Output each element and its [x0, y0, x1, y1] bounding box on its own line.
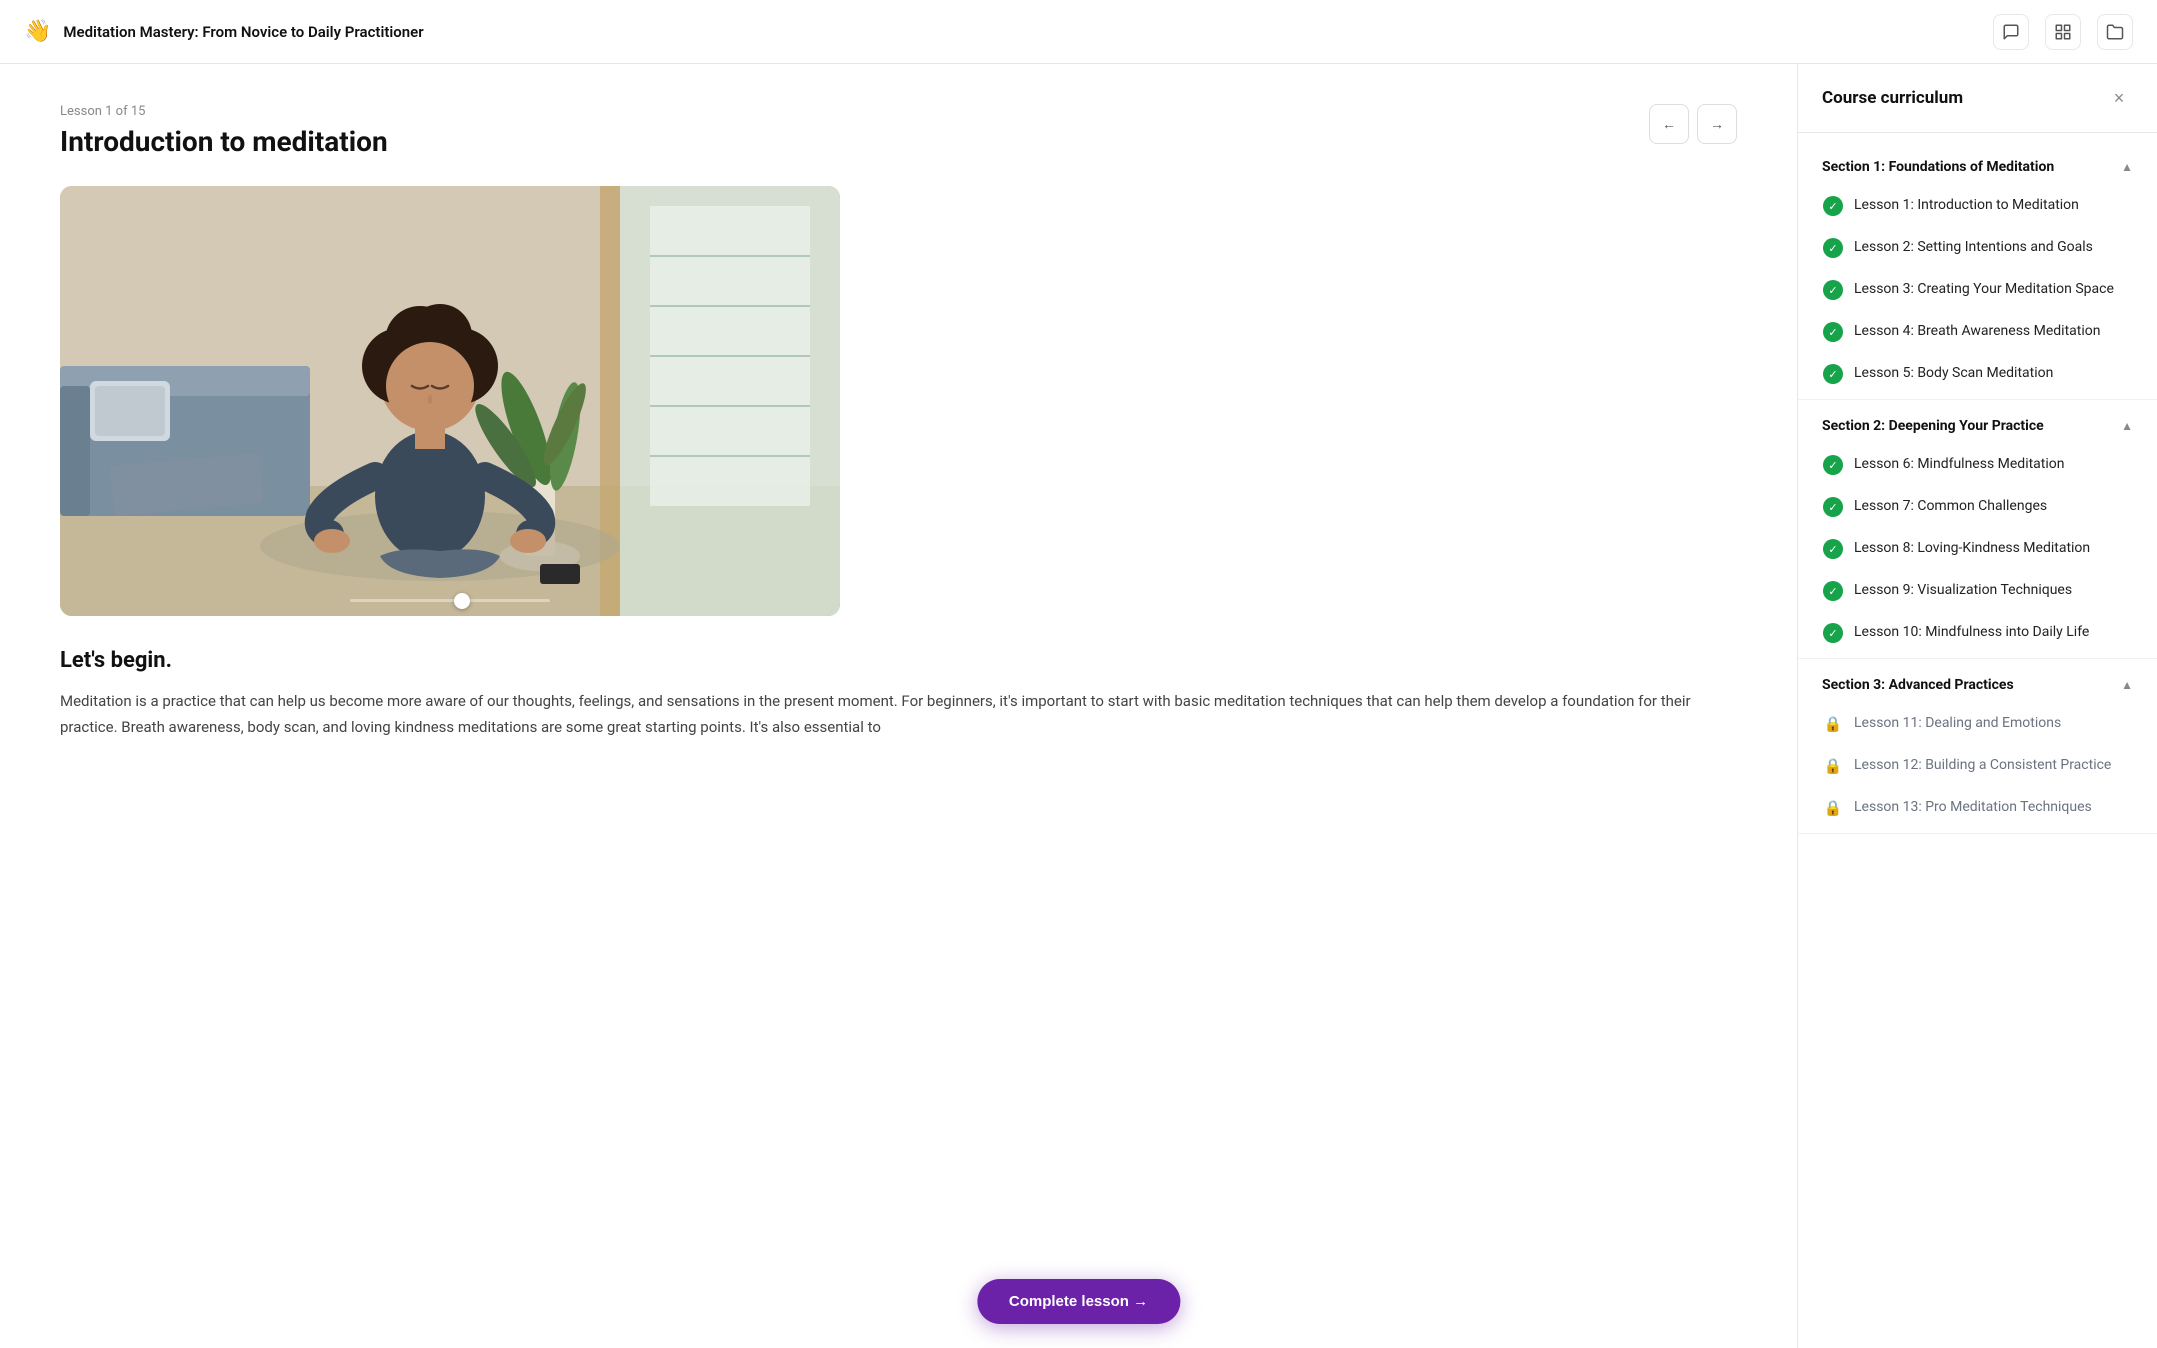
lesson-label-l4: Lesson 4: Breath Awareness Meditation	[1854, 322, 2100, 342]
lesson-image	[60, 186, 840, 616]
lesson-label-l6: Lesson 6: Mindfulness Meditation	[1854, 455, 2065, 475]
checkmark-icon: ✓	[1823, 455, 1843, 475]
header-actions	[1993, 14, 2133, 50]
lesson-item-l4[interactable]: ✓ Lesson 4: Breath Awareness Meditation	[1798, 311, 2157, 353]
lesson-item-l13[interactable]: 🔒 Lesson 13: Pro Meditation Techniques	[1798, 787, 2157, 829]
section-header-section-3[interactable]: Section 3: Advanced Practices ▲	[1798, 667, 2157, 703]
complete-lesson-button[interactable]: Complete lesson →	[977, 1279, 1180, 1324]
lesson-label-l7: Lesson 7: Common Challenges	[1854, 497, 2047, 517]
prev-lesson-button[interactable]: ←	[1649, 104, 1689, 144]
section-divider	[1798, 399, 2157, 400]
lesson-item-l5[interactable]: ✓ Lesson 5: Body Scan Meditation	[1798, 353, 2157, 395]
lock-icon: 🔒	[1822, 713, 1844, 735]
lesson-label-l13: Lesson 13: Pro Meditation Techniques	[1854, 798, 2092, 818]
section-chevron-section-2: ▲	[2121, 419, 2133, 433]
lesson-label-l2: Lesson 2: Setting Intentions and Goals	[1854, 238, 2093, 258]
lesson-label-l12: Lesson 12: Building a Consistent Practic…	[1854, 756, 2111, 776]
lesson-meta: Lesson 1 of 15	[60, 104, 1737, 119]
check-icon: ✓	[1822, 321, 1844, 343]
slider-thumb	[454, 593, 470, 609]
lock-icon: 🔒	[1822, 797, 1844, 819]
lesson-item-l8[interactable]: ✓ Lesson 8: Loving-Kindness Meditation	[1798, 528, 2157, 570]
curriculum-section-section-1: Section 1: Foundations of Meditation ▲ ✓ Le…	[1798, 149, 2157, 400]
lesson-item-l2[interactable]: ✓ Lesson 2: Setting Intentions and Goals	[1798, 227, 2157, 269]
main-layout: Lesson 1 of 15 Introduction to meditatio…	[0, 64, 2157, 1348]
lock-icon: 🔒	[1824, 799, 1843, 817]
check-icon: ✓	[1822, 622, 1844, 644]
chat-button[interactable]	[1993, 14, 2029, 50]
check-icon: ✓	[1822, 496, 1844, 518]
checkmark-icon: ✓	[1823, 364, 1843, 384]
lock-icon: 🔒	[1824, 757, 1843, 775]
section-label-section-1: Section 1: Foundations of Meditation	[1822, 159, 2054, 175]
grid-button[interactable]	[2045, 14, 2081, 50]
check-icon: ✓	[1822, 195, 1844, 217]
section-divider	[1798, 658, 2157, 659]
check-icon: ✓	[1822, 237, 1844, 259]
checkmark-icon: ✓	[1823, 322, 1843, 342]
check-icon: ✓	[1822, 580, 1844, 602]
lesson-label-l1: Lesson 1: Introduction to Meditation	[1854, 196, 2079, 216]
sidebar-title: Course curriculum	[1822, 88, 1963, 108]
lesson-label-l5: Lesson 5: Body Scan Meditation	[1854, 364, 2053, 384]
lesson-item-l12[interactable]: 🔒 Lesson 12: Building a Consistent Practi…	[1798, 745, 2157, 787]
lesson-item-l3[interactable]: ✓ Lesson 3: Creating Your Meditation Spac…	[1798, 269, 2157, 311]
lesson-label-l3: Lesson 3: Creating Your Meditation Space	[1854, 280, 2114, 300]
lesson-label-l8: Lesson 8: Loving-Kindness Meditation	[1854, 539, 2090, 559]
checkmark-icon: ✓	[1823, 623, 1843, 643]
lock-icon: 🔒	[1824, 715, 1843, 733]
section-divider	[1798, 833, 2157, 834]
app-title: Meditation Mastery: From Novice to Daily…	[63, 23, 1993, 41]
section-label-section-2: Section 2: Deepening Your Practice	[1822, 418, 2044, 434]
lesson-item-l11[interactable]: 🔒 Lesson 11: Dealing and Emotions	[1798, 703, 2157, 745]
lesson-label-l10: Lesson 10: Mindfulness into Daily Life	[1854, 623, 2089, 643]
lesson-item-l6[interactable]: ✓ Lesson 6: Mindfulness Meditation	[1798, 444, 2157, 486]
slider-track	[350, 599, 550, 602]
content-area: Lesson 1 of 15 Introduction to meditatio…	[0, 64, 1797, 1348]
check-icon: ✓	[1822, 363, 1844, 385]
checkmark-icon: ✓	[1823, 238, 1843, 258]
sidebar-header: Course curriculum ×	[1798, 64, 2157, 133]
lesson-item-l1[interactable]: ✓ Lesson 1: Introduction to Meditation	[1798, 185, 2157, 227]
lesson-item-l10[interactable]: ✓ Lesson 10: Mindfulness into Daily Life	[1798, 612, 2157, 654]
app-logo: 👋	[24, 19, 51, 44]
check-icon: ✓	[1822, 538, 1844, 560]
section-header-section-1[interactable]: Section 1: Foundations of Meditation ▲	[1798, 149, 2157, 185]
curriculum-section-section-3: Section 3: Advanced Practices ▲ 🔒 Lesson 11…	[1798, 667, 2157, 834]
complete-btn-wrapper: Complete lesson →	[977, 1279, 1180, 1324]
check-icon: ✓	[1822, 454, 1844, 476]
body-text: Meditation is a practice that can help u…	[60, 689, 1737, 740]
lesson-nav: ← →	[1649, 104, 1737, 144]
check-icon: ✓	[1822, 279, 1844, 301]
lesson-label-l9: Lesson 9: Visualization Techniques	[1854, 581, 2072, 601]
lock-icon: 🔒	[1822, 755, 1844, 777]
section-label-section-3: Section 3: Advanced Practices	[1822, 677, 2014, 693]
course-curriculum-sidebar: Course curriculum × Section 1: Foundatio…	[1797, 64, 2157, 1348]
lesson-image-bg	[60, 186, 840, 616]
lesson-title: Introduction to meditation	[60, 125, 1737, 158]
lesson-item-l9[interactable]: ✓ Lesson 9: Visualization Techniques	[1798, 570, 2157, 612]
content-heading: Let's begin.	[60, 648, 1737, 673]
checkmark-icon: ✓	[1823, 539, 1843, 559]
app-header: 👋 Meditation Mastery: From Novice to Dai…	[0, 0, 2157, 64]
lesson-label-l11: Lesson 11: Dealing and Emotions	[1854, 714, 2061, 734]
sidebar-close-button[interactable]: ×	[2105, 84, 2133, 112]
section-header-section-2[interactable]: Section 2: Deepening Your Practice ▲	[1798, 408, 2157, 444]
lesson-item-l7[interactable]: ✓ Lesson 7: Common Challenges	[1798, 486, 2157, 528]
checkmark-icon: ✓	[1823, 581, 1843, 601]
sidebar-content: Section 1: Foundations of Meditation ▲ ✓ Le…	[1798, 133, 2157, 1348]
curriculum-section-section-2: Section 2: Deepening Your Practice ▲ ✓ Less…	[1798, 408, 2157, 659]
next-lesson-button[interactable]: →	[1697, 104, 1737, 144]
folder-button[interactable]	[2097, 14, 2133, 50]
checkmark-icon: ✓	[1823, 280, 1843, 300]
section-chevron-section-1: ▲	[2121, 160, 2133, 174]
image-slider[interactable]	[350, 599, 550, 602]
checkmark-icon: ✓	[1823, 196, 1843, 216]
checkmark-icon: ✓	[1823, 497, 1843, 517]
section-chevron-section-3: ▲	[2121, 678, 2133, 692]
